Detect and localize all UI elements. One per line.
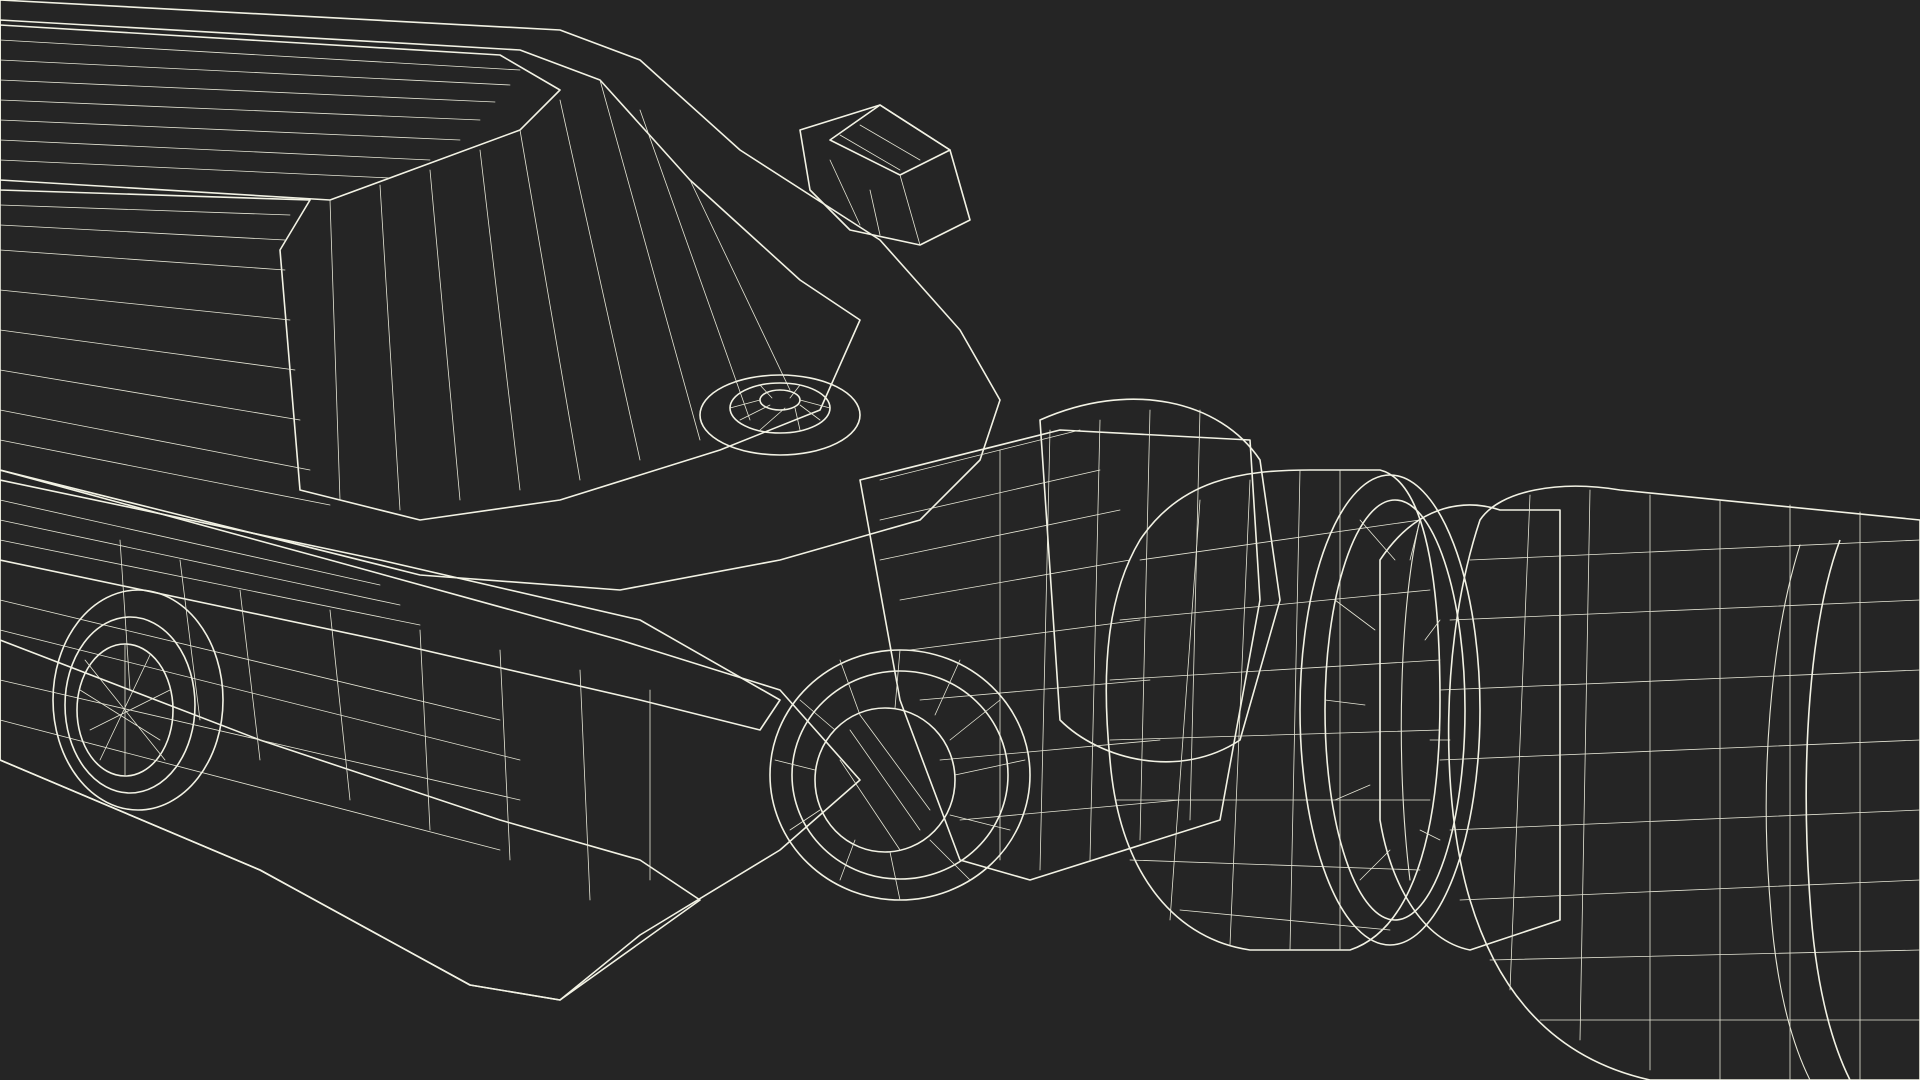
- union-nut-body: [1105, 469, 1441, 951]
- union-nut: [1105, 469, 1481, 951]
- swivel-neck: [859, 429, 1261, 881]
- hose-fitting: [1379, 504, 1561, 951]
- swivel-collar: [1039, 398, 1281, 763]
- main-housing: [0, 0, 1001, 1001]
- hose-ring: [1805, 539, 1851, 1080]
- housing-cap-top-face: [0, 24, 561, 201]
- hex-nut: [799, 104, 971, 246]
- swivel-joint: [769, 398, 1281, 901]
- screw-boss: [699, 374, 861, 456]
- wireframe-render-viewport[interactable]: [0, 0, 1920, 1080]
- housing-wire-lines: [0, 39, 791, 901]
- hose-body: [1447, 485, 1920, 1080]
- wireframe-render: [0, 0, 1920, 1080]
- housing-raised-cap: [0, 19, 861, 521]
- housing-top-cover: [0, 0, 1001, 591]
- bore-ring: [769, 649, 1031, 901]
- housing-underside: [0, 639, 701, 1001]
- housing-side-band: [0, 479, 781, 731]
- housing-lower-body: [0, 469, 861, 1001]
